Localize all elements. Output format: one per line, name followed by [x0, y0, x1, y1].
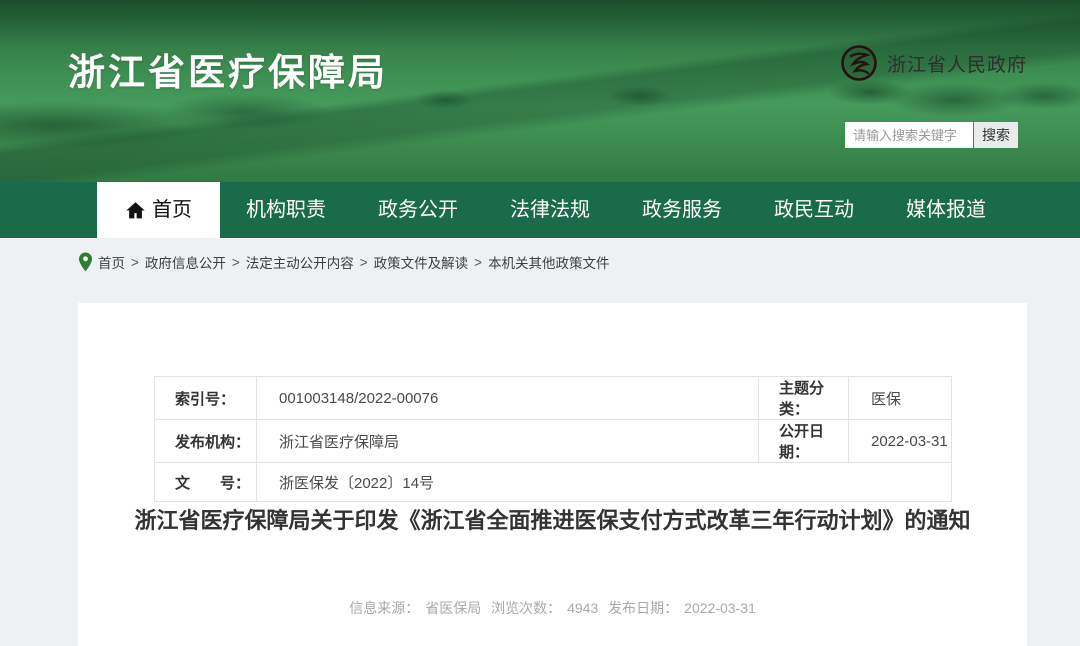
- views-label: 浏览次数：: [491, 600, 562, 616]
- breadcrumb-separator: >: [231, 254, 240, 270]
- nav-item-laws[interactable]: 法律法规: [484, 182, 616, 238]
- search-input[interactable]: [845, 122, 973, 148]
- home-icon: [126, 201, 145, 218]
- gov-portal-label: 浙江省人民政府: [887, 54, 1028, 76]
- table-row: 文 号： 浙医保发〔2022〕14号: [154, 462, 952, 502]
- page: 浙江省医疗保障局 浙江省人民政府 搜索 首页 机构职责 政务公开 法律法规: [0, 0, 1080, 646]
- breadcrumb: 首页 > 政府信息公开 > 法定主动公开内容 > 政策文件及解读 > 本机关其他…: [78, 252, 610, 272]
- site-title: 浙江省医疗保障局: [68, 52, 388, 93]
- breadcrumb-item-other-policy-docs[interactable]: 本机关其他政策文件: [488, 252, 610, 272]
- breadcrumb-item-home[interactable]: 首页: [98, 252, 125, 272]
- doc-number-value: 浙医保发〔2022〕14号: [256, 462, 952, 502]
- table-row: 发布机构： 浙江省医疗保障局 公开日期： 2022-03-31: [154, 419, 952, 463]
- nav-item-gov-disclosure[interactable]: 政务公开: [352, 182, 484, 238]
- gov-portal-link[interactable]: 浙江省人民政府: [840, 44, 1027, 82]
- source-label: 信息来源：: [349, 600, 420, 616]
- topic-category-value: 医保: [848, 376, 952, 420]
- search-box: 搜索: [845, 122, 1018, 148]
- publish-date-value: 2022-03-31: [848, 419, 952, 463]
- document-title: 浙江省医疗保障局关于印发《浙江省全面推进医保支付方式改革三年行动计划》的通知: [134, 508, 971, 533]
- views-value: 4943: [567, 600, 599, 616]
- nav-item-media[interactable]: 媒体报道: [880, 182, 1012, 238]
- issuing-agency-value: 浙江省医疗保障局: [256, 419, 759, 463]
- search-button[interactable]: 搜索: [974, 122, 1018, 148]
- content-card: 索引号： 001003148/2022-00076 主题分类： 医保 发布机构：…: [78, 303, 1027, 646]
- publish-date-label: 公开日期：: [758, 419, 849, 463]
- breadcrumb-item-info-disclosure[interactable]: 政府信息公开: [145, 252, 226, 272]
- nav-item-duties[interactable]: 机构职责: [220, 182, 352, 238]
- nav-item-home[interactable]: 首页: [97, 182, 220, 238]
- breadcrumb-separator: >: [474, 254, 483, 270]
- table-row: 索引号： 001003148/2022-00076 主题分类： 医保: [154, 376, 952, 420]
- source-value: 省医保局: [425, 600, 482, 616]
- nav-items: 首页 机构职责 政务公开 法律法规 政务服务 政民互动 媒体报道: [97, 182, 1012, 238]
- breadcrumb-separator: >: [131, 254, 139, 270]
- breadcrumb-separator: >: [359, 254, 368, 270]
- nav-item-label: 首页: [152, 199, 192, 221]
- nav-item-interaction[interactable]: 政民互动: [748, 182, 880, 238]
- topic-category-label: 主题分类：: [758, 376, 849, 420]
- breadcrumb-item-statutory-content[interactable]: 法定主动公开内容: [246, 252, 354, 272]
- issuing-agency-label: 发布机构：: [154, 419, 257, 463]
- doc-number-label: 文 号：: [154, 462, 257, 502]
- main-nav: 首页 机构职责 政务公开 法律法规 政务服务 政民互动 媒体报道: [0, 182, 1080, 238]
- index-number-value: 001003148/2022-00076: [256, 376, 759, 420]
- index-number-label: 索引号：: [154, 376, 257, 420]
- date-value: 2022-03-31: [684, 600, 756, 616]
- document-meta-table: 索引号： 001003148/2022-00076 主题分类： 医保 发布机构：…: [154, 376, 952, 502]
- date-label: 发布日期：: [608, 600, 679, 616]
- header-banner: 浙江省医疗保障局 浙江省人民政府 搜索: [0, 0, 1080, 182]
- nav-item-services[interactable]: 政务服务: [616, 182, 748, 238]
- gov-emblem-icon: [841, 45, 877, 81]
- location-pin-icon: [79, 252, 92, 272]
- breadcrumb-item-policy-docs[interactable]: 政策文件及解读: [374, 252, 469, 272]
- document-meta-line: 信息来源： 省医保局 浏览次数： 4943 发布日期： 2022-03-31: [78, 598, 1027, 618]
